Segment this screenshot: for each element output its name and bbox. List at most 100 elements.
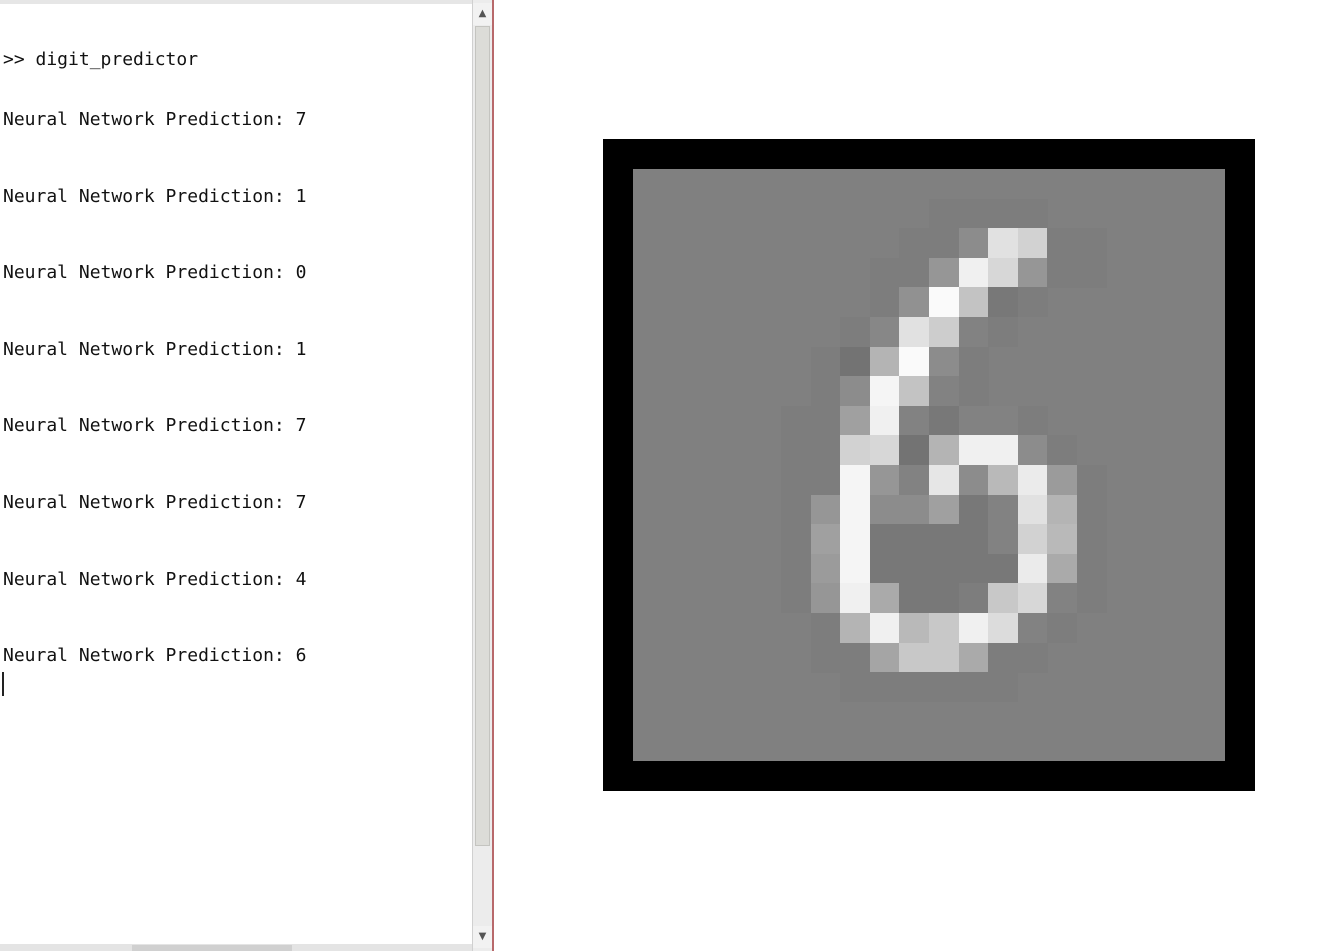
digit-pixel bbox=[869, 494, 900, 525]
digit-pixel bbox=[988, 317, 1019, 347]
digit-pixel bbox=[810, 405, 841, 436]
digit-pixel bbox=[810, 583, 841, 614]
digit-pixel bbox=[810, 346, 841, 377]
digit-pixel bbox=[988, 435, 1019, 466]
prediction-label: Neural Network Prediction: bbox=[3, 415, 285, 437]
digit-pixel bbox=[988, 287, 1019, 318]
digit-pixel bbox=[1047, 465, 1078, 495]
digit-pixel bbox=[899, 228, 930, 259]
horizontal-scrollbar[interactable] bbox=[0, 944, 472, 951]
digit-pixel bbox=[899, 405, 930, 436]
digit-pixel bbox=[929, 287, 959, 318]
digit-pixel bbox=[869, 405, 900, 436]
digit-pixel bbox=[840, 553, 871, 584]
digit-pixel bbox=[929, 346, 959, 377]
digit-pixel bbox=[1017, 405, 1048, 436]
digit-pixel bbox=[1077, 583, 1107, 614]
digit-pixel bbox=[810, 613, 841, 643]
digit-pixel bbox=[1047, 494, 1078, 525]
digit-pixel bbox=[781, 524, 811, 555]
digit-pixel bbox=[840, 435, 871, 466]
digit-pixel bbox=[899, 642, 930, 673]
prediction-line: Neural Network Prediction: 7 bbox=[3, 110, 465, 130]
scroll-down-arrow-icon[interactable]: ▼ bbox=[473, 926, 492, 948]
text-cursor bbox=[2, 672, 4, 696]
horizontal-scroll-thumb[interactable] bbox=[132, 945, 292, 951]
console-output[interactable]: >> digit_predictor Neural Network Predic… bbox=[3, 10, 465, 706]
digit-pixel bbox=[810, 376, 841, 407]
digit-pixel bbox=[958, 287, 989, 318]
digit-pixel bbox=[899, 346, 930, 377]
digit-pixel bbox=[958, 465, 989, 495]
digit-pixel bbox=[899, 435, 930, 466]
prediction-line: Neural Network Prediction: 7 bbox=[3, 416, 465, 436]
digit-pixel bbox=[869, 376, 900, 407]
digit-pixel bbox=[1017, 524, 1048, 555]
prediction-value: 1 bbox=[284, 338, 307, 360]
digit-pixel bbox=[840, 317, 871, 347]
digit-pixel bbox=[1017, 287, 1048, 318]
digit-pixel bbox=[1017, 642, 1048, 673]
digit-pixel bbox=[810, 494, 841, 525]
digit-pixel bbox=[781, 553, 811, 584]
console-command-line: >> digit_predictor bbox=[3, 49, 199, 70]
digit-pixel bbox=[958, 553, 989, 584]
command-window[interactable]: >> digit_predictor Neural Network Predic… bbox=[0, 0, 472, 951]
digit-pixel bbox=[929, 642, 959, 673]
prediction-list: Neural Network Prediction: 7 Neural Netwo… bbox=[3, 110, 465, 666]
prediction-label: Neural Network Prediction: bbox=[3, 262, 285, 284]
digit-pixel bbox=[1047, 583, 1078, 614]
digit-pixel bbox=[1017, 583, 1048, 614]
digit-pixel bbox=[1047, 257, 1078, 288]
prediction-value: 1 bbox=[284, 185, 307, 207]
digit-pixel bbox=[899, 583, 930, 614]
digit-pixel bbox=[929, 376, 959, 407]
digit-pixel bbox=[958, 524, 989, 555]
digit-pixel bbox=[958, 435, 989, 466]
digit-pixel bbox=[899, 672, 930, 703]
digit-pixel bbox=[929, 405, 959, 436]
prediction-value: 4 bbox=[284, 568, 307, 590]
digit-pixel bbox=[899, 524, 930, 555]
digit-image bbox=[633, 169, 1225, 761]
digit-pixel bbox=[781, 465, 811, 495]
digit-pixel bbox=[958, 642, 989, 673]
prediction-line: Neural Network Prediction: 7 bbox=[3, 492, 465, 513]
prediction-line: Neural Network Prediction: 4 bbox=[3, 568, 465, 590]
digit-pixel bbox=[929, 672, 959, 703]
digit-pixel bbox=[929, 198, 959, 229]
digit-pixel bbox=[899, 287, 930, 318]
prediction-line: Neural Network Prediction: 0 bbox=[3, 263, 465, 283]
digit-image-frame bbox=[603, 139, 1255, 791]
digit-pixel bbox=[988, 198, 1019, 229]
prediction-line: Neural Network Prediction: 1 bbox=[3, 185, 465, 207]
digit-pixel bbox=[1047, 524, 1078, 555]
digit-pixel bbox=[1077, 228, 1107, 259]
digit-pixel bbox=[840, 494, 871, 525]
vertical-scrollbar[interactable]: ▲ ▼ bbox=[472, 0, 492, 951]
digit-pixel bbox=[988, 228, 1019, 259]
digit-pixel bbox=[988, 553, 1019, 584]
digit-pixel bbox=[1017, 198, 1048, 229]
digit-pixel bbox=[1077, 257, 1107, 288]
digit-pixel bbox=[899, 257, 930, 288]
digit-pixel bbox=[810, 553, 841, 584]
digit-pixel bbox=[958, 376, 989, 407]
digit-pixel bbox=[1077, 494, 1107, 525]
digit-pixel bbox=[810, 435, 841, 466]
digit-pixel bbox=[899, 465, 930, 495]
scroll-up-arrow-icon[interactable]: ▲ bbox=[473, 3, 492, 25]
digit-pixel bbox=[810, 642, 841, 673]
digit-pixel bbox=[958, 583, 989, 614]
vertical-scroll-thumb[interactable] bbox=[475, 26, 490, 846]
digit-pixel bbox=[958, 198, 989, 229]
digit-pixel bbox=[929, 494, 959, 525]
digit-pixel bbox=[869, 346, 900, 377]
digit-pixel bbox=[869, 553, 900, 584]
digit-pixel bbox=[840, 346, 871, 377]
prediction-label: Neural Network Prediction: bbox=[3, 109, 285, 130]
digit-pixel bbox=[988, 465, 1019, 495]
prediction-value: 7 bbox=[284, 109, 307, 130]
digit-pixel bbox=[929, 257, 959, 288]
digit-pixel bbox=[899, 494, 930, 525]
